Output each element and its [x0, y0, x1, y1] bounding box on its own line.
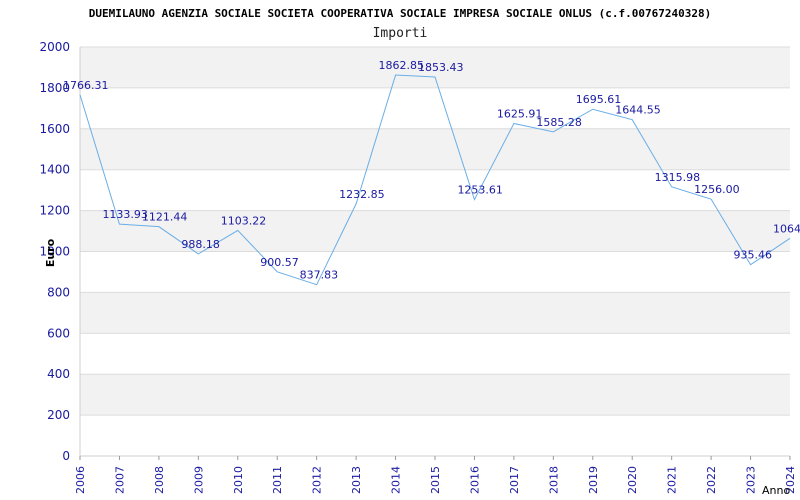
plot-band	[80, 374, 790, 416]
data-label: 900.57	[260, 256, 299, 269]
y-tick-label: 200	[47, 408, 70, 422]
plot-band	[80, 333, 790, 375]
y-tick-label: 0	[62, 449, 70, 463]
data-label: 1256.00	[694, 183, 740, 196]
plot-band	[80, 292, 790, 334]
x-tick-label: 2007	[113, 466, 126, 494]
x-tick-label: 2016	[468, 466, 481, 494]
x-tick-label: 2013	[350, 466, 363, 494]
x-axis-label: Anno	[762, 484, 790, 497]
x-tick-label: 2009	[192, 466, 205, 494]
x-tick-label: 2018	[547, 466, 560, 494]
data-label: 1766.31	[63, 79, 109, 92]
y-tick-label: 2000	[39, 40, 70, 54]
data-label: 1644.55	[615, 104, 661, 117]
y-tick-label: 400	[47, 367, 70, 381]
y-tick-label: 600	[47, 326, 70, 340]
plot-band	[80, 128, 790, 170]
data-label: 837.83	[300, 269, 339, 282]
x-tick-label: 2006	[74, 466, 87, 494]
x-tick-label: 2023	[745, 466, 758, 494]
x-tick-label: 2008	[153, 466, 166, 494]
data-label: 1585.28	[536, 116, 582, 129]
y-axis-label: Euro	[44, 238, 57, 267]
data-label: 1315.98	[655, 171, 701, 184]
data-label: 988.18	[181, 238, 220, 251]
x-tick-label: 2019	[587, 466, 600, 494]
x-tick-label: 2012	[311, 466, 324, 494]
chart-subtitle: Importi	[373, 26, 428, 41]
data-label: 1064.6	[773, 222, 800, 235]
plot-band	[80, 251, 790, 293]
x-tick-label: 2022	[705, 466, 718, 494]
x-tick-label: 2011	[271, 466, 284, 494]
x-tick-label: 2021	[666, 466, 679, 494]
plot-band	[80, 87, 790, 129]
data-label: 1103.22	[221, 214, 267, 227]
y-tick-label: 1200	[39, 204, 70, 218]
data-label: 1853.43	[418, 61, 464, 74]
line-chart: DUEMILAUNO AGENZIA SOCIALE SOCIETA COOPE…	[39, 7, 800, 497]
x-tick-label: 2020	[626, 466, 639, 494]
x-tick-labels: 2006 2007 2008 2009 2010 2011 2012 2013 2014 2015…	[74, 466, 797, 494]
chart-title: DUEMILAUNO AGENZIA SOCIALE SOCIETA COOPE…	[89, 7, 712, 20]
x-tick-label: 2010	[232, 466, 245, 494]
y-tick-label: 1600	[39, 122, 70, 136]
data-label: 1121.44	[142, 211, 188, 224]
plot-band	[80, 415, 790, 456]
data-label: 1253.61	[457, 184, 503, 197]
data-label: 1232.85	[339, 188, 385, 201]
y-tick-label: 1400	[39, 163, 70, 177]
data-label: 935.46	[734, 249, 773, 262]
x-tick-label: 2017	[508, 466, 521, 494]
x-tick-label: 2015	[429, 466, 442, 494]
x-tick-label: 2014	[390, 466, 403, 494]
y-tick-label: 800	[47, 285, 70, 299]
